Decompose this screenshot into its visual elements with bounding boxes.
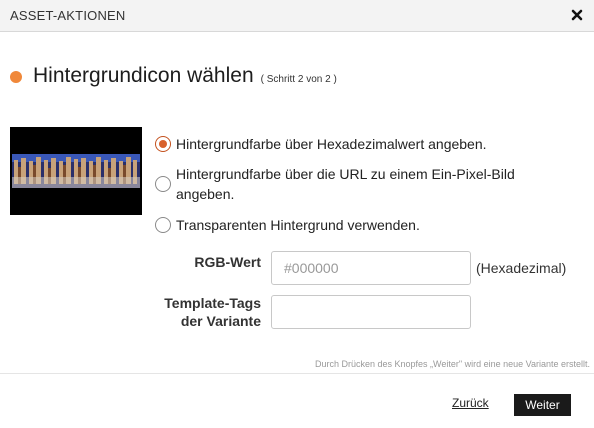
step-heading: Hintergrundicon wählen ( Schritt 2 von 2… [10, 64, 337, 88]
option-pixel-url-label: Hintergrundfarbe über die URL zu einem E… [176, 166, 515, 202]
bullet-icon [10, 71, 22, 83]
back-link[interactable]: Zurück [452, 396, 489, 410]
footer-note: Durch Drücken des Knopfes „Weiter" wird … [315, 359, 590, 369]
template-tags-label-line1: Template-Tags [164, 295, 261, 311]
dialog-titlebar: ASSET-AKTIONEN [0, 0, 594, 32]
option-hex-color[interactable]: Hintergrundfarbe über Hexadezimalwert an… [155, 134, 487, 154]
concert-photo-icon [10, 127, 142, 215]
template-tags-input[interactable] [271, 295, 471, 329]
template-tags-label: Template-Tags der Variante [164, 294, 261, 330]
next-button[interactable]: Weiter [514, 394, 571, 416]
asset-actions-dialog: ASSET-AKTIONEN Hintergrundicon wählen ( … [0, 0, 594, 428]
footer-divider [0, 373, 594, 374]
rgb-format-hint: (Hexadezimal) [476, 260, 567, 276]
radio-transparent[interactable] [155, 217, 171, 233]
option-transparent[interactable]: Transparenten Hintergrund verwenden. [155, 215, 420, 235]
option-transparent-label: Transparenten Hintergrund verwenden. [176, 217, 420, 233]
radio-pixel-url[interactable] [155, 176, 171, 192]
option-hex-color-label: Hintergrundfarbe über Hexadezimalwert an… [176, 136, 487, 152]
rgb-value-label: RGB-Wert [194, 254, 261, 270]
rgb-value-input[interactable] [271, 251, 471, 285]
step-indicator: ( Schritt 2 von 2 ) [260, 74, 337, 85]
dialog-title: ASSET-AKTIONEN [10, 8, 126, 23]
option-pixel-url[interactable]: Hintergrundfarbe über die URL zu einem E… [155, 164, 526, 204]
image-thumbnail [10, 127, 142, 215]
radio-hex-color[interactable] [155, 136, 171, 152]
close-x-icon[interactable] [570, 7, 584, 23]
template-tags-label-line2: der Variante [180, 313, 261, 329]
page-title: Hintergrundicon wählen [33, 64, 254, 87]
